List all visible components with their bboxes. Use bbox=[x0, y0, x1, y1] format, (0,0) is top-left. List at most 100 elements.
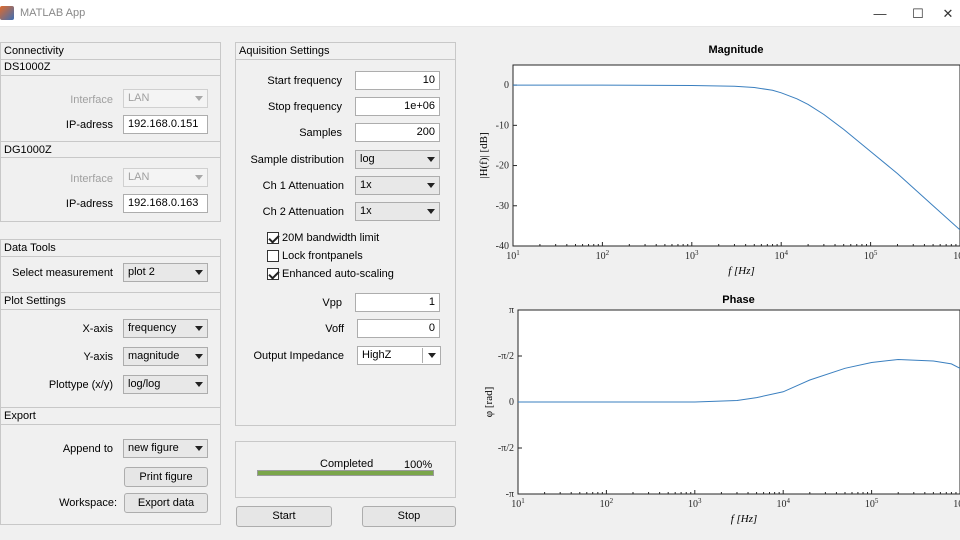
chevron-down-icon bbox=[428, 353, 436, 358]
autoscale-checkbox[interactable]: Enhanced auto-scaling bbox=[267, 268, 394, 280]
phase-plot: 101102103104105106π-π/20-π/2-πf [Hz]φ [r… bbox=[483, 306, 960, 525]
plottype-dropdown[interactable]: log/log bbox=[123, 375, 208, 394]
vpp-label: Vpp bbox=[322, 297, 342, 309]
y-tick-label: -10 bbox=[496, 120, 509, 131]
progress-label: Completed bbox=[320, 458, 374, 470]
xaxis-dropdown[interactable]: frequency bbox=[123, 319, 208, 338]
distribution-value: log bbox=[360, 153, 375, 165]
dropdown-separator bbox=[422, 348, 423, 363]
magnitude-plot-title: Magnitude bbox=[708, 44, 764, 56]
chevron-down-icon bbox=[427, 183, 435, 188]
x-axis-label: f [Hz] bbox=[731, 513, 758, 525]
export-title: Export bbox=[1, 408, 220, 425]
ch1-dropdown[interactable]: 1x bbox=[355, 176, 440, 195]
start-button[interactable]: Start bbox=[236, 506, 332, 527]
plottype-label: Plottype (x/y) bbox=[48, 379, 113, 391]
dg1000z-title: DG1000Z bbox=[1, 141, 220, 158]
x-tick-label: 102 bbox=[596, 249, 610, 262]
data-tools-title: Data Tools bbox=[1, 240, 220, 257]
stop-freq-field[interactable]: 1e+06 bbox=[355, 97, 440, 116]
ch1-label: Ch 1 Attenuation bbox=[262, 180, 344, 192]
minimize-icon[interactable]: — bbox=[860, 0, 900, 27]
data-tools-panel: Data Tools Select measurement plot 2 bbox=[0, 239, 221, 293]
checkbox-checked-icon bbox=[267, 268, 279, 280]
yaxis-value: magnitude bbox=[128, 350, 180, 362]
maximize-icon[interactable]: ☐ bbox=[898, 0, 938, 27]
append-value: new figure bbox=[128, 442, 179, 454]
plottype-value: log/log bbox=[128, 378, 161, 390]
distribution-dropdown[interactable]: log bbox=[355, 150, 440, 169]
close-icon[interactable]: ✕ bbox=[936, 0, 960, 27]
impedance-dropdown[interactable]: HighZ bbox=[357, 346, 441, 365]
impedance-value: HighZ bbox=[362, 349, 392, 361]
plot-settings-panel: Plot Settings X-axis frequency Y-axis ma… bbox=[0, 292, 221, 408]
x-tick-label: 102 bbox=[600, 497, 614, 510]
chevron-down-icon bbox=[195, 446, 203, 451]
y-axis-label: |H(f)| [dB] bbox=[478, 132, 490, 178]
y-axis-label: φ [rad] bbox=[483, 387, 495, 417]
append-dropdown[interactable]: new figure bbox=[123, 439, 208, 458]
dg-ip-field[interactable]: 192.168.0.163 bbox=[123, 194, 208, 213]
distribution-label: Sample distribution bbox=[250, 154, 344, 166]
measurement-label: Select measurement bbox=[12, 267, 113, 279]
chevron-down-icon bbox=[195, 326, 203, 331]
stop-freq-label: Stop frequency bbox=[268, 101, 342, 113]
bw-limit-label: 20M bandwidth limit bbox=[282, 232, 380, 244]
x-tick-label: 104 bbox=[776, 497, 790, 510]
autoscale-label: Enhanced auto-scaling bbox=[282, 268, 394, 280]
ds-interface-dropdown: LAN bbox=[123, 89, 208, 108]
x-tick-label: 103 bbox=[688, 497, 702, 510]
dg-interface-value: LAN bbox=[128, 171, 150, 183]
ds-interface-label: Interface bbox=[70, 94, 113, 106]
measurement-dropdown[interactable]: plot 2 bbox=[123, 263, 208, 282]
chevron-down-icon bbox=[195, 382, 203, 387]
x-tick-label: 106 bbox=[953, 497, 960, 510]
lock-frontpanels-checkbox[interactable]: Lock frontpanels bbox=[267, 250, 363, 262]
ch2-dropdown[interactable]: 1x bbox=[355, 202, 440, 221]
append-label: Append to bbox=[62, 443, 113, 455]
chevron-down-icon bbox=[195, 96, 203, 101]
magnitude-plot: 1011021031041051060-10-20-30-40f [Hz]|H(… bbox=[478, 64, 960, 277]
ds-ip-field[interactable]: 192.168.0.151 bbox=[123, 115, 208, 134]
start-freq-label: Start frequency bbox=[267, 75, 342, 87]
plot-settings-title: Plot Settings bbox=[1, 293, 220, 310]
lock-frontpanels-label: Lock frontpanels bbox=[282, 250, 363, 262]
export-panel: Export Append to new figure Print figure… bbox=[0, 407, 221, 525]
vpp-field[interactable]: 1 bbox=[355, 293, 440, 312]
y-tick-label: 0 bbox=[509, 397, 514, 408]
impedance-label: Output Impedance bbox=[253, 350, 344, 362]
dg-interface-dropdown: LAN bbox=[123, 168, 208, 187]
y-tick-label: π bbox=[509, 306, 514, 316]
samples-field[interactable]: 200 bbox=[355, 123, 440, 142]
y-tick-label: -π/2 bbox=[498, 443, 514, 454]
y-tick-label: -π bbox=[506, 489, 514, 500]
chevron-down-icon bbox=[427, 157, 435, 162]
y-tick-label: 0 bbox=[504, 80, 509, 91]
ds-interface-value: LAN bbox=[128, 92, 150, 104]
y-tick-label: -π/2 bbox=[498, 351, 514, 362]
chevron-down-icon bbox=[195, 354, 203, 359]
bw-limit-checkbox[interactable]: 20M bandwidth limit bbox=[267, 232, 379, 244]
progress-bar bbox=[257, 470, 434, 476]
voff-field[interactable]: 0 bbox=[357, 319, 440, 338]
window-title: MATLAB App bbox=[20, 7, 86, 19]
xaxis-label: X-axis bbox=[82, 323, 113, 335]
print-figure-button[interactable]: Print figure bbox=[124, 467, 208, 487]
acquisition-panel: Aquisition Settings Start frequency 10 S… bbox=[235, 42, 456, 426]
chevron-down-icon bbox=[427, 209, 435, 214]
measurement-value: plot 2 bbox=[128, 266, 155, 278]
stop-button[interactable]: Stop bbox=[362, 506, 456, 527]
connectivity-title: Connectivity bbox=[1, 43, 220, 60]
dg-interface-label: Interface bbox=[70, 173, 113, 185]
export-data-button[interactable]: Export data bbox=[124, 493, 208, 513]
ds-ip-label: IP-adress bbox=[65, 119, 113, 131]
chevron-down-icon bbox=[195, 270, 203, 275]
yaxis-dropdown[interactable]: magnitude bbox=[123, 347, 208, 366]
checkbox-checked-icon bbox=[267, 232, 279, 244]
x-axis-label: f [Hz] bbox=[728, 265, 755, 277]
plot-area bbox=[512, 64, 960, 247]
chevron-down-icon bbox=[195, 175, 203, 180]
start-freq-field[interactable]: 10 bbox=[355, 71, 440, 90]
x-tick-label: 105 bbox=[865, 497, 879, 510]
ch1-value: 1x bbox=[360, 179, 372, 191]
